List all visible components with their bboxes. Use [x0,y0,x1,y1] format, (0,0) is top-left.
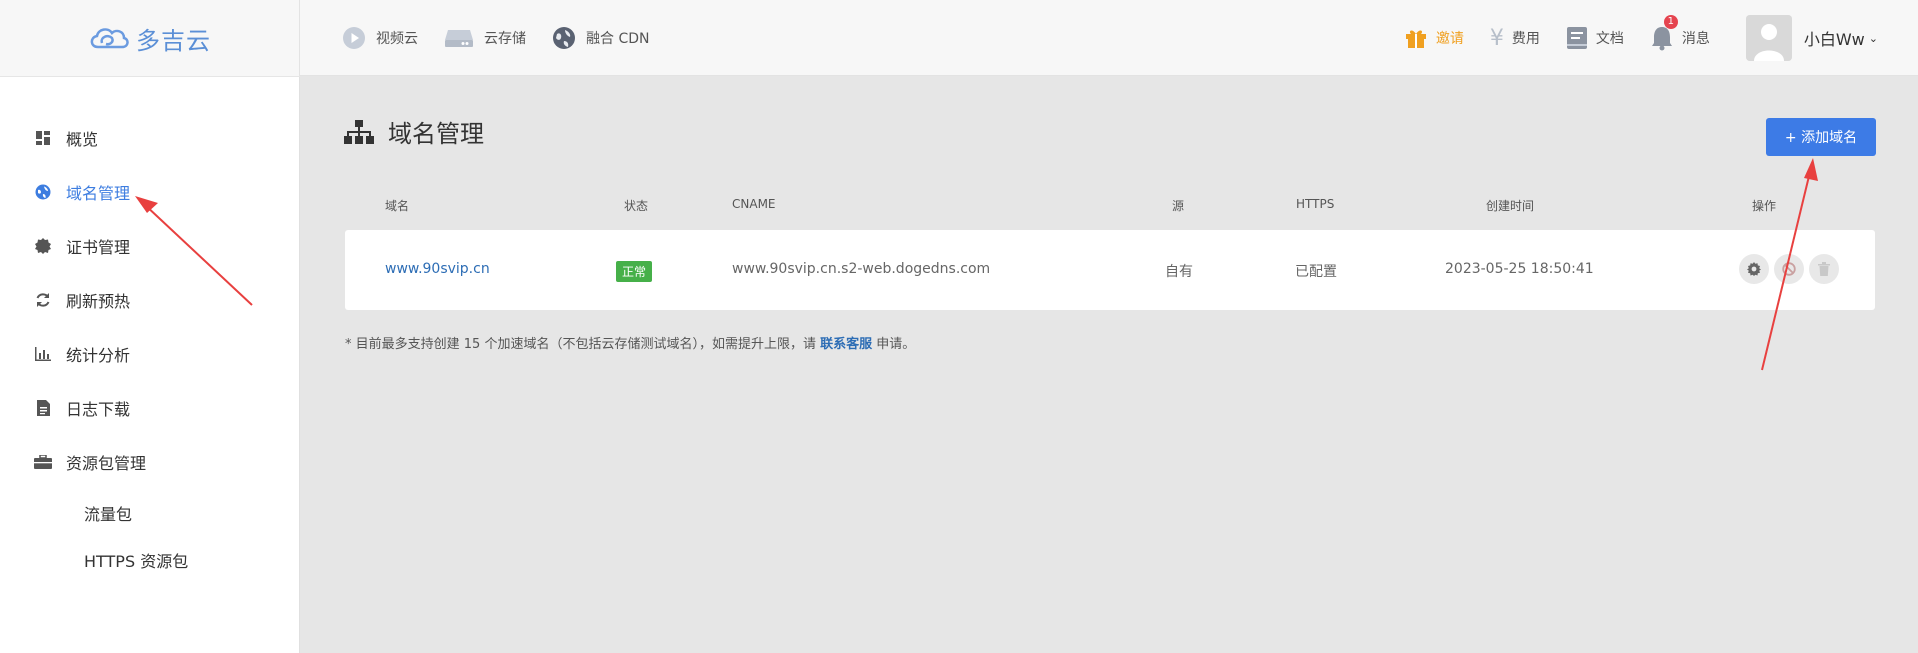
sidebar-item-overview-label: 概览 [66,130,99,149]
column-header-https: HTTPS [1296,197,1335,211]
briefcase-icon [34,455,52,469]
top-right-menu: 邀请 ¥ 费用 文档 1 消息 小白Ww ⌄ [1378,0,1878,76]
sidebar-subitem-https-package[interactable]: HTTPS 资源包 [84,548,188,572]
sidebar-item-domain-management-label: 域名管理 [66,184,131,203]
invite-link[interactable]: 邀请 [1404,26,1464,50]
nav-video-cloud-label: 视频云 [376,31,418,47]
nav-cloud-storage-label: 云存储 [484,31,526,47]
sidebar-item-certificates[interactable]: 证书管理 [34,234,130,258]
avatar [1745,15,1792,61]
column-header-actions: 操作 [1752,199,1777,213]
invite-label: 邀请 [1435,31,1464,47]
created-time-value: 2023-05-25 18:50:41 [1445,261,1594,277]
domain-link[interactable]: www.90svip.cn [385,261,490,277]
column-header-created-time: 创建时间 [1486,199,1535,213]
message-count-badge: 1 [1663,15,1678,29]
note-prefix: * 目前最多支持创建 15 个加速域名（不包括云存储测试域名），如需提升上限，请 [345,337,816,352]
sidebar-item-resource-packages-label: 资源包管理 [66,454,147,473]
messages-link[interactable]: 1 消息 [1650,15,1710,51]
book-icon [1566,26,1588,50]
contact-support-link[interactable]: 联系客服 [820,337,872,352]
globe-icon [34,184,52,200]
sidebar-item-resource-packages[interactable]: 资源包管理 [34,450,146,474]
nav-cdn[interactable]: 融合 CDN [552,26,649,50]
globe-icon [552,26,576,50]
sidebar-item-log-download-label: 日志下载 [66,400,131,419]
domain-limit-note: * 目前最多支持创建 15 个加速域名（不包括云存储测试域名），如需提升上限，请… [345,333,915,352]
sidebar: 概览 域名管理 证书管理 刷新预热 统计分析 日志下载 资源包管理 流量包 HT… [0,77,300,653]
sidebar-item-refresh-prefetch-label: 刷新预热 [66,292,131,311]
billing-link[interactable]: ¥ 费用 [1490,26,1540,51]
billing-label: 费用 [1511,31,1540,47]
column-header-status: 状态 [624,199,649,213]
gift-icon [1404,26,1428,50]
messages-label: 消息 [1681,31,1710,47]
dashboard-icon [34,131,52,145]
ban-icon [1782,262,1796,276]
docs-label: 文档 [1595,31,1624,47]
note-suffix: 申请。 [876,337,916,352]
sidebar-subitem-traffic-package[interactable]: 流量包 [84,501,132,525]
sidebar-item-domain-management[interactable]: 域名管理 [34,180,130,204]
storage-icon [444,28,474,48]
nav-video-cloud[interactable]: 视频云 [342,26,418,50]
top-header: 多吉云 视频云 云存储 融合 CDN 邀请 ¥ 费用 文档 1 消息 小白Ww … [0,0,1918,76]
user-menu[interactable]: 小白Ww ⌄ [1745,15,1878,61]
certificate-badge-icon [34,238,52,254]
docs-link[interactable]: 文档 [1566,26,1624,50]
table-row [345,230,1875,310]
page-title: 域名管理 [344,114,484,149]
sidebar-item-statistics[interactable]: 统计分析 [34,342,130,366]
status-badge: 正常 [616,261,653,282]
page-title-text: 域名管理 [388,120,484,148]
settings-button[interactable] [1739,254,1769,284]
sidebar-item-certificates-label: 证书管理 [66,238,131,257]
annotation-arrow-right-head [1804,158,1818,181]
sitemap-icon [344,119,374,144]
column-header-source: 源 [1172,199,1185,213]
sidebar-item-refresh-prefetch[interactable]: 刷新预热 [34,288,130,312]
play-circle-icon [342,26,366,50]
trash-icon [1818,262,1830,276]
username: 小白Ww [1803,30,1865,49]
sidebar-item-statistics-label: 统计分析 [66,346,131,365]
top-nav: 视频云 云存储 融合 CDN [342,0,675,76]
cname-value: www.90svip.cn.s2-web.dogedns.com [732,261,991,277]
refresh-icon [34,292,52,308]
logo[interactable]: 多吉云 [0,0,300,76]
column-header-cname: CNAME [732,197,776,211]
sidebar-item-log-download[interactable]: 日志下载 [34,396,130,420]
add-domain-button[interactable]: + 添加域名 [1766,118,1876,156]
bar-chart-icon [34,347,52,361]
nav-cloud-storage[interactable]: 云存储 [444,28,526,48]
yen-icon: ¥ [1489,25,1504,51]
chevron-down-icon: ⌄ [1868,31,1878,45]
delete-button[interactable] [1809,254,1839,284]
disable-button[interactable] [1774,254,1804,284]
cloud-logo-icon [90,28,129,49]
source-value: 自有 [1165,264,1193,280]
gear-icon [1747,262,1761,276]
nav-cdn-label: 融合 CDN [586,31,650,47]
https-value: 已配置 [1295,264,1337,280]
file-text-icon [34,400,52,416]
brand-name: 多吉云 [136,26,211,55]
sidebar-item-overview[interactable]: 概览 [34,126,98,150]
column-header-domain: 域名 [385,199,410,213]
